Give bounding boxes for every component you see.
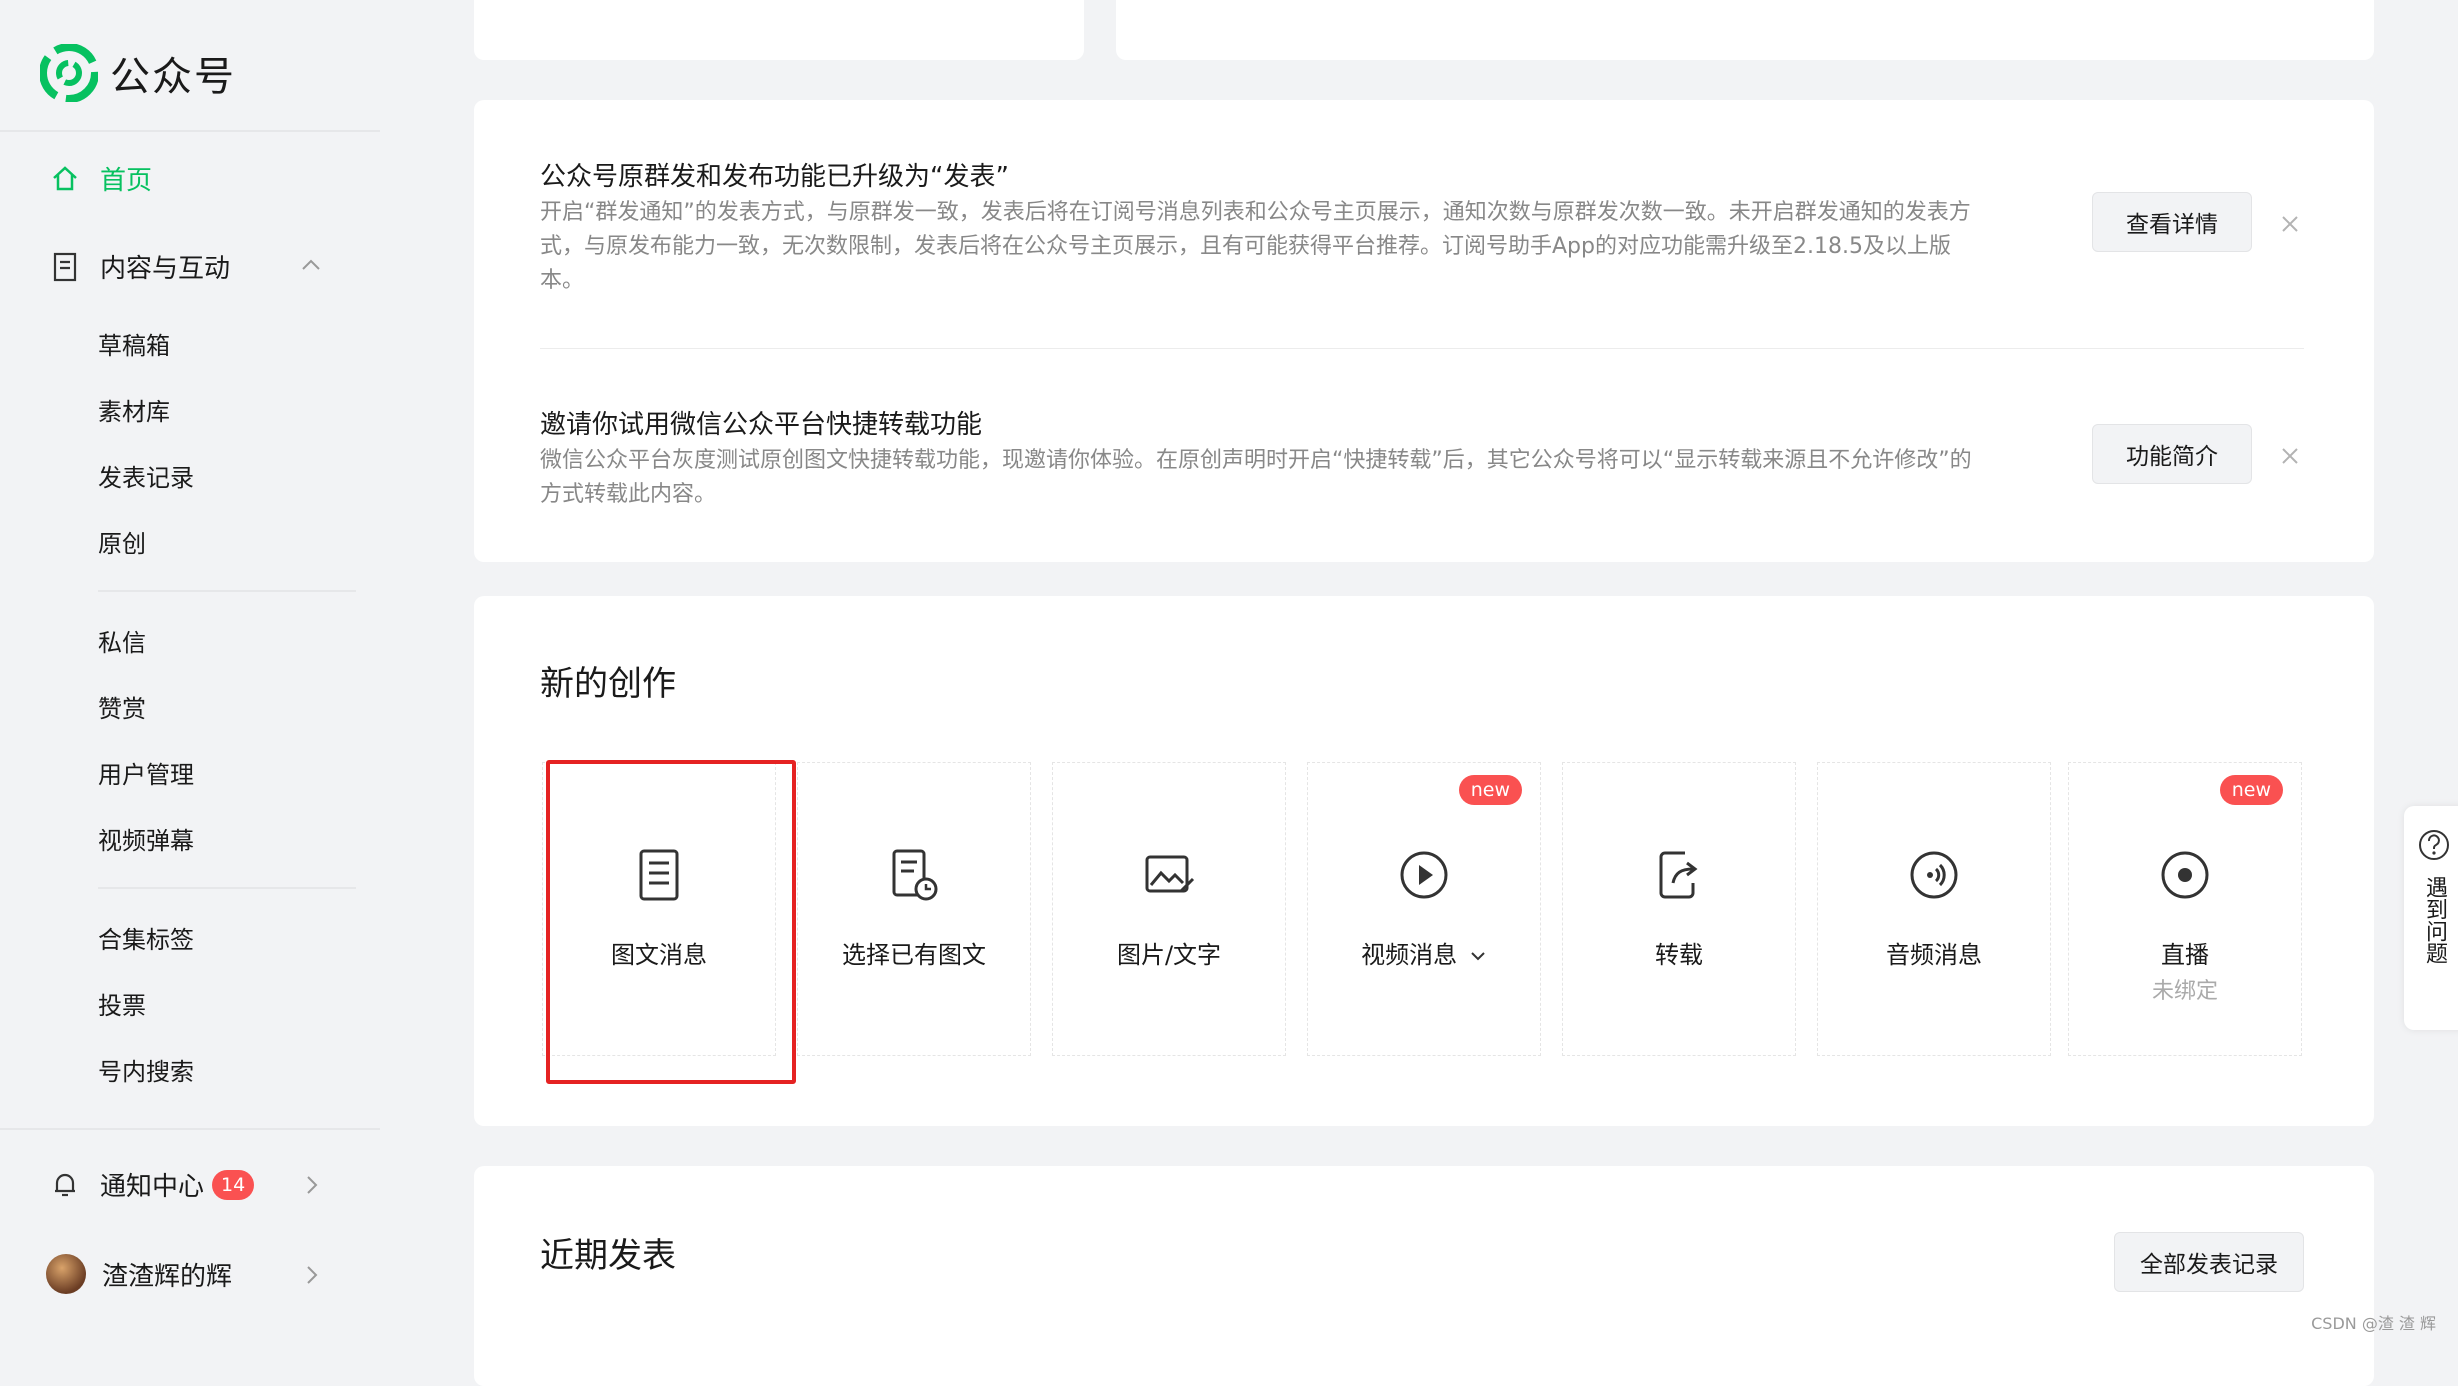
create-repost-tile[interactable]: 转载 bbox=[1562, 762, 1796, 1056]
divider bbox=[98, 590, 356, 592]
wechat-mp-logo-icon bbox=[40, 44, 98, 102]
close-icon[interactable] bbox=[2276, 210, 2304, 238]
stat-card bbox=[474, 0, 1084, 60]
help-tab[interactable]: 遇到问题 bbox=[2404, 806, 2458, 1030]
tile-label-text: 视频消息 bbox=[1361, 941, 1458, 969]
account-name: 渣渣辉的辉 bbox=[102, 1261, 233, 1292]
help-label: 遇到问题 bbox=[2422, 876, 2447, 964]
divider bbox=[98, 887, 356, 889]
nav-home-label: 首页 bbox=[100, 166, 153, 196]
sidebar-item-danmaku[interactable]: 视频弹幕 bbox=[98, 821, 194, 856]
sidebar-item-materials[interactable]: 素材库 bbox=[98, 392, 170, 427]
nav-content-interaction[interactable]: 内容与互动 bbox=[48, 248, 230, 285]
sidebar-item-votes[interactable]: 投票 bbox=[98, 986, 146, 1021]
logo[interactable]: 公众号 bbox=[40, 44, 236, 102]
chevron-right-icon[interactable] bbox=[300, 1264, 322, 1286]
sidebar-item-rewards[interactable]: 赞赏 bbox=[98, 689, 146, 724]
new-badge: new bbox=[1458, 775, 1522, 805]
sidebar-item-drafts[interactable]: 草稿箱 bbox=[98, 326, 170, 361]
tile-label: 图片/文字 bbox=[1116, 941, 1222, 969]
notice-description: 微信公众平台灰度测试原创图文快捷转载功能，现邀请你体验。在原创声明时开启“快捷转… bbox=[540, 448, 1972, 507]
nav-home[interactable]: 首页 bbox=[48, 160, 152, 197]
tile-label: 视频消息 bbox=[1308, 935, 1540, 970]
nav-content-label: 内容与互动 bbox=[100, 254, 231, 284]
watermark: CSDN @渣 渣 辉 bbox=[2311, 1314, 2436, 1333]
divider bbox=[0, 130, 380, 132]
chevron-up-icon[interactable] bbox=[300, 254, 322, 276]
document-icon bbox=[48, 250, 82, 284]
create-existing-article-tile[interactable]: 选择已有图文 bbox=[797, 762, 1031, 1056]
share-icon bbox=[1659, 851, 1698, 899]
home-icon bbox=[48, 162, 82, 196]
create-video-tile[interactable]: new 视频消息 bbox=[1307, 762, 1541, 1056]
selection-highlight bbox=[546, 760, 796, 1084]
nav-notifications[interactable]: 通知中心 14 bbox=[48, 1166, 255, 1203]
bell-icon bbox=[48, 1168, 82, 1202]
new-badge: new bbox=[2219, 775, 2283, 805]
chevron-down-icon[interactable] bbox=[1469, 949, 1487, 963]
recent-card bbox=[474, 1166, 2374, 1386]
chevron-right-icon[interactable] bbox=[300, 1174, 322, 1196]
sidebar-item-users[interactable]: 用户管理 bbox=[98, 755, 194, 790]
tile-sublabel: 未绑定 bbox=[2151, 979, 2218, 1004]
section-title: 近期发表 bbox=[540, 1236, 676, 1276]
nav-notifications-label: 通知中心 bbox=[100, 1172, 205, 1202]
divider bbox=[540, 348, 2304, 349]
create-image-text-tile[interactable]: 图片/文字 bbox=[1052, 762, 1286, 1056]
feature-intro-button[interactable]: 功能简介 bbox=[2092, 424, 2252, 484]
notice-description: 开启“群发通知”的发表方式，与原群发一致，发表后将在订阅号消息列表和公众号主页展… bbox=[540, 200, 1971, 293]
tile-label: 转载 bbox=[1655, 941, 1703, 969]
sidebar-item-publish-records[interactable]: 发表记录 bbox=[98, 458, 194, 493]
create-audio-tile[interactable]: 音频消息 bbox=[1817, 762, 2051, 1056]
article-history-icon bbox=[892, 849, 938, 901]
sidebar: 公众号 首页 内容与互动 草稿箱 素材库 发表记录 原创 私信 赞赏 用户管理 … bbox=[0, 0, 380, 1342]
create-live-tile[interactable]: new 直播 未绑定 bbox=[2068, 762, 2302, 1056]
all-records-button[interactable]: 全部发表记录 bbox=[2114, 1232, 2304, 1292]
section-title: 新的创作 bbox=[540, 664, 676, 704]
app-title: 公众号 bbox=[110, 54, 236, 100]
audio-icon bbox=[1910, 851, 1958, 899]
notification-count-badge: 14 bbox=[212, 1169, 255, 1200]
notice-title: 公众号原群发和发布功能已升级为“发表” bbox=[540, 162, 1009, 192]
divider bbox=[0, 1128, 380, 1130]
sidebar-item-messages[interactable]: 私信 bbox=[98, 623, 146, 658]
tile-label: 直播 bbox=[2161, 941, 2209, 969]
avatar bbox=[46, 1254, 86, 1294]
sidebar-item-collection-tags[interactable]: 合集标签 bbox=[98, 920, 194, 955]
sidebar-item-original[interactable]: 原创 bbox=[98, 524, 146, 559]
notice-title: 邀请你试用微信公众平台快捷转载功能 bbox=[540, 410, 983, 440]
image-icon bbox=[1145, 855, 1195, 893]
question-icon bbox=[2419, 830, 2449, 860]
stat-card bbox=[1116, 0, 2374, 60]
sidebar-item-search[interactable]: 号内搜索 bbox=[98, 1052, 194, 1087]
play-icon bbox=[1400, 851, 1448, 899]
tile-label: 选择已有图文 bbox=[842, 941, 986, 969]
live-icon bbox=[2161, 851, 2209, 899]
nav-account[interactable]: 渣渣辉的辉 bbox=[46, 1254, 232, 1294]
close-icon[interactable] bbox=[2276, 442, 2304, 470]
tile-label: 音频消息 bbox=[1886, 941, 1982, 969]
view-details-button[interactable]: 查看详情 bbox=[2092, 192, 2252, 252]
